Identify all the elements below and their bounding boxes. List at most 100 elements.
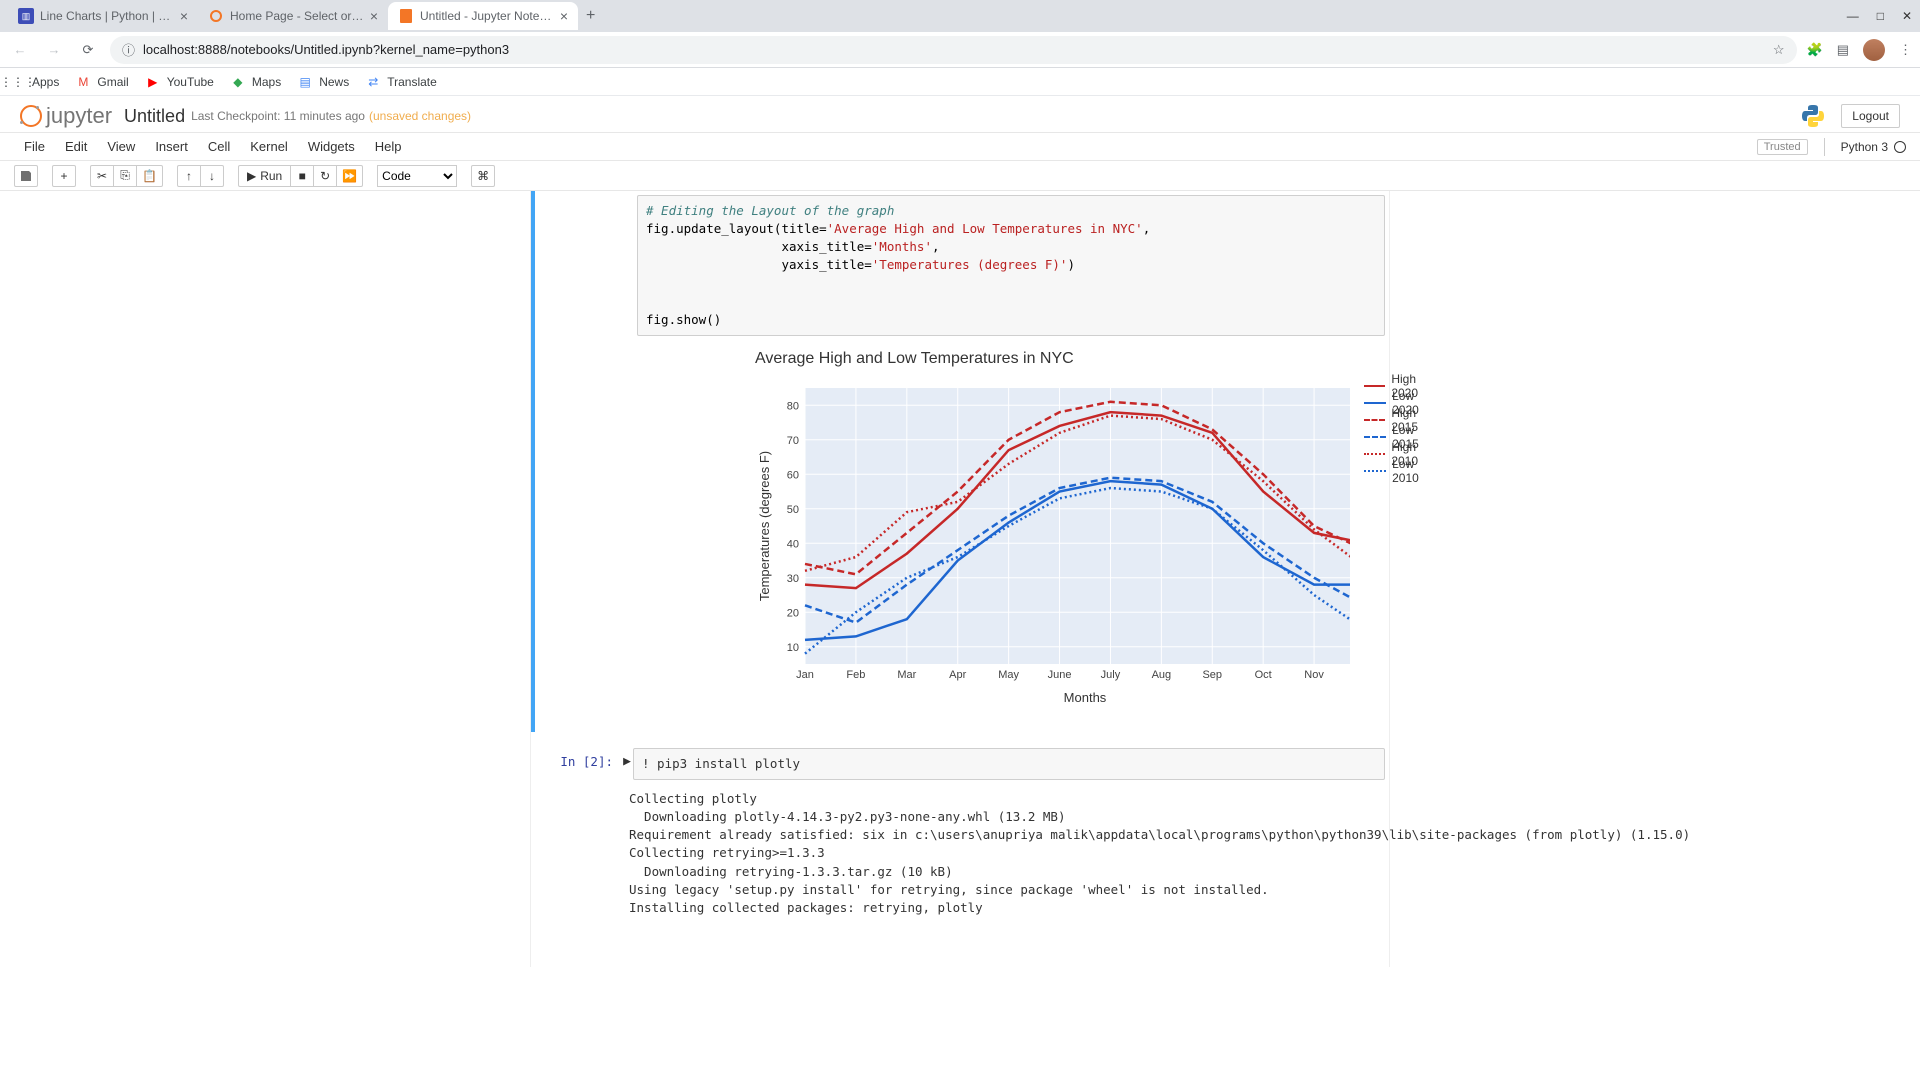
svg-text:Nov: Nov <box>1304 669 1324 681</box>
tab-strip: ▥ Line Charts | Python | Plotly × Home P… <box>0 0 1920 32</box>
cell-prompt <box>535 195 625 336</box>
svg-text:July: July <box>1101 669 1121 681</box>
svg-text:70: 70 <box>787 435 799 447</box>
jupyter-orb-icon <box>20 105 42 127</box>
bookmark-youtube[interactable]: ▶YouTube <box>145 74 214 90</box>
info-icon[interactable]: ⓘ <box>122 40 135 59</box>
close-window-icon[interactable]: ✕ <box>1902 9 1912 23</box>
bookmark-maps[interactable]: ◆Maps <box>230 74 281 90</box>
legend-label: Low 2010 <box>1392 457 1444 485</box>
tab-untitled-notebook[interactable]: Untitled - Jupyter Notebook × <box>388 2 578 30</box>
interrupt-button[interactable]: ■ <box>290 165 314 187</box>
checkpoint-text: Last Checkpoint: 11 minutes ago <box>191 109 365 123</box>
kernel-status-icon <box>1894 141 1906 153</box>
bookmark-apps[interactable]: ⋮⋮⋮Apps <box>10 74 59 90</box>
address-bar-row: ← → ⟳ ⓘ localhost:8888/notebooks/Untitle… <box>0 32 1920 68</box>
back-button[interactable]: ← <box>8 38 32 62</box>
paste-button[interactable]: 📋 <box>136 165 163 187</box>
bookmark-news[interactable]: ▤News <box>297 74 349 90</box>
svg-text:Mar: Mar <box>897 669 916 681</box>
browser-chrome: ▥ Line Charts | Python | Plotly × Home P… <box>0 0 1920 96</box>
address-bar[interactable]: ⓘ localhost:8888/notebooks/Untitled.ipyn… <box>110 36 1797 64</box>
window-controls: — □ ✕ <box>1847 0 1920 32</box>
reload-button[interactable]: ⟳ <box>76 38 100 62</box>
legend-line-icon <box>1364 436 1386 438</box>
cut-button[interactable]: ✂ <box>90 165 114 187</box>
tab-plotly[interactable]: ▥ Line Charts | Python | Plotly × <box>8 2 198 30</box>
output-cell-2: Collecting plotly Downloading plotly-4.1… <box>531 784 1389 927</box>
command-palette-button[interactable]: ⌘ <box>471 165 495 187</box>
unsaved-text: (unsaved changes) <box>369 109 471 123</box>
menu-kernel[interactable]: Kernel <box>240 139 298 154</box>
restart-run-all-button[interactable]: ⏩ <box>336 165 363 187</box>
bookmark-gmail[interactable]: MGmail <box>75 74 128 90</box>
legend-item[interactable]: Low 2010 <box>1364 463 1443 479</box>
maximize-icon[interactable]: □ <box>1877 9 1884 23</box>
svg-text:Months: Months <box>1064 690 1107 705</box>
menu-help[interactable]: Help <box>365 139 412 154</box>
run-arrow-icon[interactable]: ▶ <box>621 748 633 780</box>
chart-legend[interactable]: High 2020Low 2020High 2015Low 2015High 2… <box>1364 378 1443 480</box>
save-button[interactable] <box>14 165 38 187</box>
run-button[interactable]: ▶ Run <box>238 165 291 187</box>
svg-text:Oct: Oct <box>1255 669 1272 681</box>
tab-title: Home Page - Select or create a n <box>230 9 364 23</box>
code-cell-1[interactable]: # Editing the Layout of the graph fig.up… <box>531 191 1389 340</box>
jupyter-header: jupyter Untitled Last Checkpoint: 11 min… <box>0 96 1920 133</box>
menu-view[interactable]: View <box>97 139 145 154</box>
news-icon: ▤ <box>297 74 313 90</box>
cell-prompt: In [2]: <box>531 748 621 780</box>
menu-file[interactable]: File <box>14 139 55 154</box>
bookmarks-bar: ⋮⋮⋮Apps MGmail ▶YouTube ◆Maps ▤News ⇄Tra… <box>0 68 1920 96</box>
forward-button[interactable]: → <box>42 38 66 62</box>
url-text: localhost:8888/notebooks/Untitled.ipynb?… <box>143 42 509 57</box>
bookmark-translate[interactable]: ⇄Translate <box>365 74 437 90</box>
menu-widgets[interactable]: Widgets <box>298 139 365 154</box>
star-icon[interactable]: ☆ <box>1773 42 1785 58</box>
reading-list-icon[interactable]: ▤ <box>1837 42 1849 58</box>
svg-text:Jan: Jan <box>796 669 814 681</box>
kernel-indicator[interactable]: Python 3 <box>1841 140 1906 154</box>
svg-text:Apr: Apr <box>949 669 966 681</box>
close-icon[interactable]: × <box>370 8 378 24</box>
profile-avatar[interactable] <box>1863 39 1885 61</box>
logout-button[interactable]: Logout <box>1841 104 1900 128</box>
minimize-icon[interactable]: — <box>1847 9 1859 23</box>
chart-output-cell: Average High and Low Temperatures in NYC… <box>531 340 1389 732</box>
svg-text:60: 60 <box>787 469 799 481</box>
extensions-icon[interactable]: 🧩 <box>1807 42 1823 58</box>
code-input[interactable]: ! pip3 install plotly <box>633 748 1385 780</box>
new-tab-button[interactable]: + <box>578 7 603 25</box>
copy-button[interactable]: ⎘ <box>113 165 137 187</box>
move-up-button[interactable]: ↑ <box>177 165 201 187</box>
menu-cell[interactable]: Cell <box>198 139 240 154</box>
legend-line-icon <box>1364 385 1385 387</box>
add-cell-button[interactable]: + <box>52 165 76 187</box>
close-icon[interactable]: × <box>180 8 188 24</box>
svg-text:Feb: Feb <box>846 669 865 681</box>
close-icon[interactable]: × <box>560 8 568 24</box>
svg-text:Aug: Aug <box>1152 669 1172 681</box>
tab-jupyter-home[interactable]: Home Page - Select or create a n × <box>198 2 388 30</box>
legend-line-icon <box>1364 453 1385 455</box>
trusted-badge[interactable]: Trusted <box>1757 139 1808 155</box>
svg-text:June: June <box>1048 669 1072 681</box>
chart-title: Average High and Low Temperatures in NYC <box>755 350 1444 368</box>
menu-insert[interactable]: Insert <box>145 139 198 154</box>
notebook-icon <box>398 8 414 24</box>
legend-line-icon <box>1364 470 1386 472</box>
celltype-select[interactable]: Code <box>377 165 457 187</box>
run-arrow-icon <box>625 195 637 336</box>
svg-text:Sep: Sep <box>1202 669 1222 681</box>
jupyter-logo[interactable]: jupyter <box>20 103 112 129</box>
line-chart[interactable]: 1020304050607080JanFebMarAprMayJuneJulyA… <box>755 378 1350 708</box>
code-input[interactable]: # Editing the Layout of the graph fig.up… <box>637 195 1385 336</box>
svg-text:May: May <box>998 669 1019 681</box>
legend-line-icon <box>1364 419 1385 421</box>
notebook-name[interactable]: Untitled <box>124 106 185 127</box>
move-down-button[interactable]: ↓ <box>200 165 224 187</box>
menu-icon[interactable]: ⋮ <box>1899 42 1912 58</box>
code-cell-2[interactable]: In [2]: ▶ ! pip3 install plotly <box>531 744 1389 784</box>
restart-button[interactable]: ↻ <box>313 165 337 187</box>
menu-edit[interactable]: Edit <box>55 139 97 154</box>
